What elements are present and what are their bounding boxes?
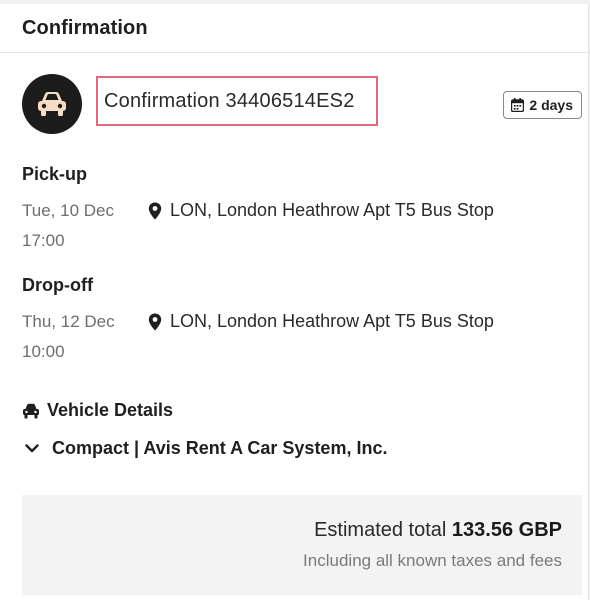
pickup-date: Tue, 10 Dec [22, 201, 114, 220]
duration-text: 2 days [529, 97, 573, 113]
pickup-location-text: LON, London Heathrow Apt T5 Bus Stop [170, 200, 494, 220]
page-title: Confirmation [22, 16, 148, 39]
pickup-heading: Pick-up [22, 164, 88, 184]
map-pin-icon [148, 313, 162, 331]
confirmation-row: Confirmation 34406514ES2 2 days [22, 74, 582, 134]
pickup-time: 17:00 [22, 231, 65, 250]
estimated-total-label: Estimated total [314, 519, 452, 541]
taxes-note: Including all known taxes and fees [303, 551, 562, 570]
pickup-location: LON, London Heathrow Apt T5 Bus Stop [148, 200, 494, 221]
map-pin-icon [148, 202, 162, 220]
car-icon [22, 403, 40, 419]
car-icon [35, 91, 69, 117]
chevron-down-icon[interactable] [22, 439, 42, 459]
dropoff-location-text: LON, London Heathrow Apt T5 Bus Stop [170, 311, 494, 331]
vehicle-details-heading: Vehicle Details [22, 400, 173, 421]
calendar-icon [511, 98, 525, 112]
avatar [22, 74, 82, 134]
dropoff-heading: Drop-off [22, 275, 93, 295]
estimated-total: Estimated total 133.56 GBP [314, 519, 562, 542]
confirmation-number: Confirmation 34406514ES2 [104, 89, 355, 112]
estimated-total-panel: Estimated total 133.56 GBP Including all… [22, 495, 582, 595]
confirmation-number-box: Confirmation 34406514ES2 [96, 76, 378, 126]
card-header: Confirmation [0, 4, 588, 53]
dropoff-location: LON, London Heathrow Apt T5 Bus Stop [148, 311, 494, 332]
confirmation-card: Confirmation Confirmation 34406514ES2 2 … [0, 4, 589, 600]
vehicle-summary-toggle[interactable]: Compact | Avis Rent A Car System, Inc. [22, 438, 387, 459]
dropoff-time: 10:00 [22, 342, 65, 361]
duration-badge: 2 days [503, 91, 582, 119]
dropoff-date: Thu, 12 Dec [22, 312, 115, 331]
vehicle-summary-text: Compact | Avis Rent A Car System, Inc. [52, 438, 388, 458]
vehicle-details-label: Vehicle Details [47, 400, 174, 420]
estimated-total-amount: 133.56 GBP [451, 519, 562, 541]
